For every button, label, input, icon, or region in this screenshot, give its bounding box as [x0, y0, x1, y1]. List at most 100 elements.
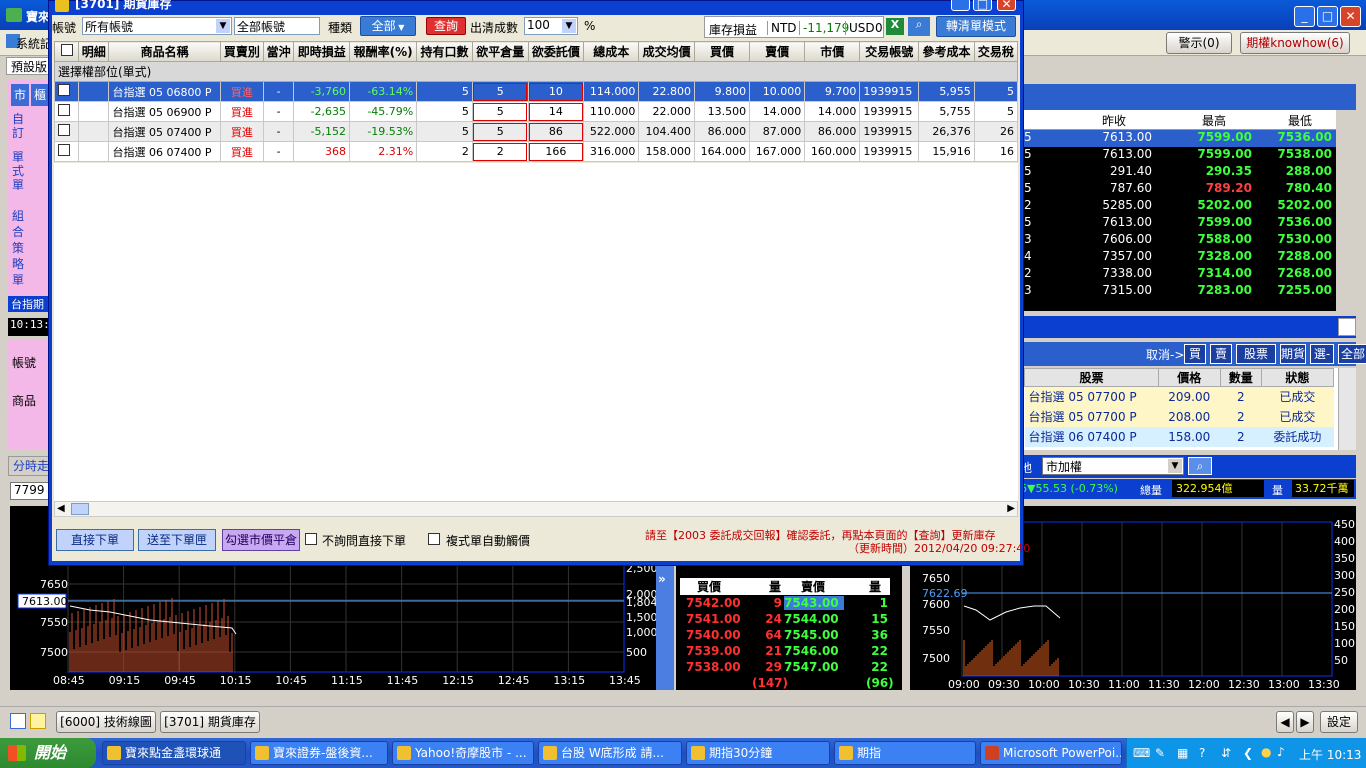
col-total-cost[interactable]: 總成本: [583, 41, 640, 62]
col-realtime-pnl[interactable]: 即時損益: [293, 41, 351, 62]
ask-price[interactable]: 7545.00: [784, 628, 844, 642]
bid-price[interactable]: 7542.00: [686, 596, 741, 610]
col-return-rate[interactable]: 報酬率(%): [349, 41, 418, 62]
col-side[interactable]: 買賣別: [219, 41, 264, 62]
cell-close_qty[interactable]: 5: [471, 121, 529, 142]
excel-icon[interactable]: X: [886, 18, 904, 35]
ask-price[interactable]: 7543.00: [784, 596, 844, 610]
table-row[interactable]: 台指選 05 06800 P 買進 - -3,760 -63.14% 5 5 10 114.00…: [54, 81, 1019, 102]
select-all-checkbox[interactable]: [54, 41, 79, 62]
filter-button-4[interactable]: 選-: [1310, 344, 1334, 364]
order-row[interactable]: 台指選 05 07700 P 208.00 2 已成交: [1024, 406, 1334, 427]
account-select[interactable]: 所有帳號 ▼: [82, 17, 232, 35]
filter-button-1[interactable]: 賣: [1210, 344, 1232, 364]
auto-trigger-checkbox[interactable]: [428, 533, 440, 545]
col-daytrade[interactable]: 當沖: [262, 41, 295, 62]
quote-row[interactable]: 3 7606.00 7588.00 7530.00: [1024, 232, 1336, 249]
table-row[interactable]: 台指選 05 06900 P 買進 - -2,635 -45.79% 5 5 14 110.00…: [54, 101, 1019, 122]
row-checkbox[interactable]: [54, 121, 79, 142]
checkbox[interactable]: [58, 144, 70, 156]
detail-cell[interactable]: [77, 141, 110, 162]
cell-close_qty[interactable]: 5: [471, 101, 529, 122]
start-button[interactable]: 開始: [0, 738, 96, 768]
scroll-right-icon[interactable]: ▶: [1296, 711, 1314, 733]
checkbox[interactable]: [58, 124, 70, 136]
orders-col-2[interactable]: 數量: [1219, 368, 1262, 387]
no-confirm-checkbox[interactable]: [305, 533, 317, 545]
query-button[interactable]: 查詢: [426, 17, 466, 35]
search-icon[interactable]: ⌕: [908, 17, 930, 36]
ask-price[interactable]: 7544.00: [784, 612, 844, 626]
chevron-down-icon[interactable]: ▼: [562, 19, 576, 33]
orders-col-3[interactable]: 狀態: [1260, 368, 1335, 387]
minimize-icon[interactable]: _: [1294, 6, 1315, 27]
row-checkbox[interactable]: [54, 101, 79, 122]
col-market-price[interactable]: 市價: [804, 41, 861, 62]
ask-price[interactable]: 7547.00: [784, 660, 844, 674]
cell-close_qty[interactable]: 5: [471, 81, 529, 102]
folder-icon[interactable]: [30, 713, 46, 729]
col-hold-qty[interactable]: 持有口數: [416, 41, 473, 62]
col-trade-account[interactable]: 交易帳號: [859, 41, 920, 62]
cell-order_price[interactable]: 86: [527, 121, 585, 142]
tab-default-layout[interactable]: 預設版: [6, 57, 50, 75]
col-product-name[interactable]: 商品名稱: [108, 41, 221, 62]
dialog-maximize-icon[interactable]: □: [973, 0, 992, 11]
expand-panel-icon[interactable]: »: [656, 566, 674, 690]
taskbar-item[interactable]: 寶來證券-盤後資...: [250, 741, 388, 765]
tab-timeshare[interactable]: 分時走: [8, 456, 50, 476]
col-ask-price[interactable]: 賣價: [749, 41, 806, 62]
alert-button[interactable]: 警示(0): [1166, 32, 1232, 54]
side-label-custom[interactable]: 自 訂: [12, 112, 28, 140]
taskbar-item[interactable]: 期指30分鐘: [686, 741, 830, 765]
bid-price[interactable]: 7541.00: [686, 612, 741, 626]
switch-list-mode-button[interactable]: 轉清單模式: [936, 16, 1016, 37]
filter-button-3[interactable]: 期貨: [1280, 344, 1306, 364]
checkbox[interactable]: [58, 104, 70, 116]
quote-row[interactable]: 5 291.40 290.35 288.00: [1024, 164, 1336, 181]
bid-price[interactable]: 7539.00: [686, 644, 741, 658]
tab-technical-chart[interactable]: [6000] 技術線圖: [56, 711, 156, 733]
menu-system[interactable]: 系統記: [16, 35, 52, 52]
direct-order-button[interactable]: 直接下單: [56, 529, 134, 551]
messenger-icon[interactable]: ●: [1261, 745, 1271, 759]
detail-cell[interactable]: [77, 81, 110, 102]
orders-col-1[interactable]: 價格: [1157, 368, 1221, 387]
layout-icon[interactable]: ⇵: [1221, 746, 1231, 760]
bid-price[interactable]: 7540.00: [686, 628, 741, 642]
quote-row[interactable]: 2 5285.00 5202.00 5202.00: [1024, 198, 1336, 215]
row-checkbox[interactable]: [54, 81, 79, 102]
taskbar-item[interactable]: Yahoo!奇摩股市 - ...: [392, 741, 534, 765]
cell-order_price[interactable]: 10: [527, 81, 585, 102]
detail-cell[interactable]: [77, 101, 110, 122]
scroll-thumb[interactable]: [71, 503, 89, 515]
table-row[interactable]: 台指選 05 07400 P 買進 - -5,152 -19.53% 5 5 86 522.00…: [54, 121, 1019, 142]
maximize-icon[interactable]: □: [1317, 6, 1338, 27]
market-close-button[interactable]: 勾選市價平倉: [222, 529, 300, 551]
settings-button[interactable]: 設定: [1320, 711, 1358, 733]
price-input[interactable]: 7799: [10, 482, 50, 500]
col-close-qty[interactable]: 欲平倉量: [471, 41, 529, 62]
search-icon[interactable]: ⌕: [1188, 457, 1212, 475]
type-select[interactable]: 全部 ▼: [360, 16, 416, 36]
side-label-combo[interactable]: 組 合 策 略 單: [12, 208, 28, 288]
knowhow-button[interactable]: 期權knowhow(6): [1240, 32, 1350, 54]
bid-price[interactable]: 7538.00: [686, 660, 741, 674]
table-row[interactable]: 台指選 06 07400 P 買進 -368 2.31% 2 2 166 316.000 158…: [54, 141, 1019, 162]
orders-col-0[interactable]: 股票: [1024, 368, 1159, 387]
close-ratio-select[interactable]: 100 ▼: [524, 17, 578, 35]
order-row[interactable]: 台指選 05 07700 P 209.00 2 已成交: [1024, 386, 1334, 407]
close-icon[interactable]: ✕: [1340, 6, 1361, 27]
quote-row[interactable]: 5 7613.00 7599.00 7536.00: [1024, 130, 1336, 147]
restore-icon[interactable]: [1338, 318, 1356, 336]
volume-icon[interactable]: ♪: [1277, 745, 1285, 759]
row-checkbox[interactable]: [54, 141, 79, 162]
detail-cell[interactable]: [77, 121, 110, 142]
tab-market[interactable]: 市: [11, 84, 29, 106]
side-label-single[interactable]: 單 式 單: [12, 150, 28, 192]
cell-close_qty[interactable]: 2: [471, 141, 529, 162]
tray-expand-icon[interactable]: ❮: [1243, 746, 1253, 760]
filter-button-2[interactable]: 股票: [1236, 344, 1276, 364]
pen-icon[interactable]: ✎: [1155, 746, 1165, 760]
orders-scrollbar[interactable]: [1338, 368, 1356, 450]
